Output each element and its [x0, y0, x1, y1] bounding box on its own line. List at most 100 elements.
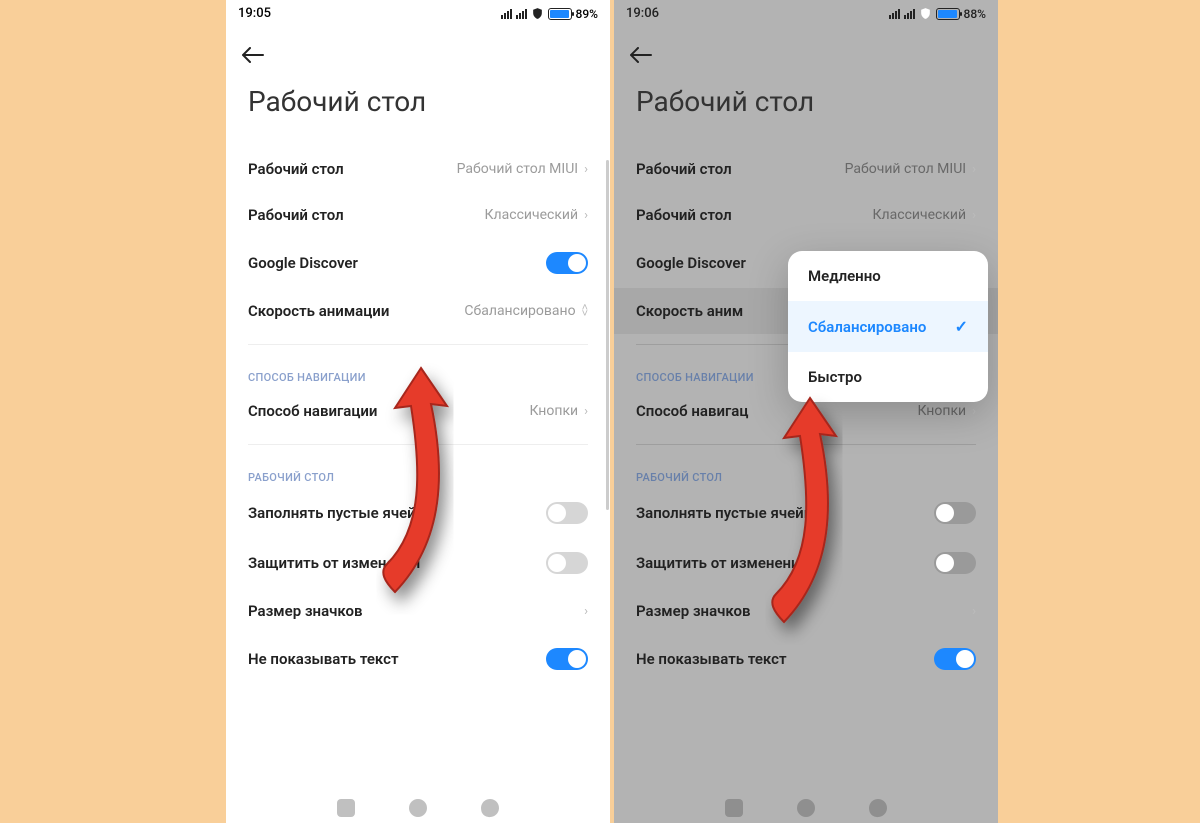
nav-recent-icon[interactable]: [337, 799, 355, 817]
row-icon-size[interactable]: Размер значков ›: [614, 588, 998, 634]
row-fill-cells[interactable]: Заполнять пустые ячейки: [614, 488, 998, 538]
row-value: Кнопки: [529, 403, 578, 419]
section-header-home: РАБОЧИЙ СТОЛ: [226, 455, 610, 488]
row-value: Классический: [485, 207, 579, 223]
chevron-right-icon: ›: [584, 404, 588, 419]
row-label: Не показывать текст: [248, 650, 399, 668]
row-label: Скорость анимации: [248, 302, 389, 320]
row-google-discover[interactable]: Google Discover: [226, 238, 610, 288]
row-value: Кнопки: [917, 403, 966, 419]
chevron-right-icon: ›: [972, 162, 976, 177]
row-value: Классический: [873, 207, 967, 223]
chevron-right-icon: ›: [972, 404, 976, 419]
toggle-lock-layout[interactable]: [934, 552, 976, 574]
signal-icon: [889, 8, 900, 19]
row-home-style[interactable]: Рабочий стол Классический ›: [614, 192, 998, 238]
chevron-right-icon: ›: [584, 208, 588, 223]
status-bar: 19:05 89%: [226, 0, 610, 23]
toggle-hide-text[interactable]: [546, 648, 588, 670]
row-animation-speed[interactable]: Скорость анимации Сбалансировано ˄˅: [226, 288, 610, 334]
row-label: Заполнять пустые ячейки: [248, 504, 433, 522]
row-home-launcher[interactable]: Рабочий стол Рабочий стол MIUI ›: [614, 146, 998, 192]
row-home-style[interactable]: Рабочий стол Классический ›: [226, 192, 610, 238]
dropdown-option-slow[interactable]: Медленно: [788, 251, 988, 301]
row-hide-text[interactable]: Не показывать текст: [226, 634, 610, 684]
row-label: Рабочий стол: [636, 160, 732, 178]
signal-icon: [904, 8, 915, 19]
nav-home-icon[interactable]: [797, 799, 815, 817]
dropdown-option-balanced[interactable]: Сбалансировано ✓: [788, 301, 988, 352]
toggle-fill-cells[interactable]: [546, 502, 588, 524]
option-label: Сбалансировано: [808, 318, 926, 336]
nav-bar: [614, 799, 998, 817]
nav-back-icon[interactable]: [480, 798, 500, 818]
check-icon: ✓: [955, 317, 968, 336]
row-hide-text[interactable]: Не показывать текст: [614, 634, 998, 684]
battery-percent: 88%: [964, 7, 986, 21]
row-lock-layout[interactable]: Защитить от изменений: [226, 538, 610, 588]
row-label: Способ навигации: [248, 402, 377, 420]
status-time: 19:05: [238, 6, 271, 21]
row-value: Рабочий стол MIUI: [457, 161, 578, 177]
page-title: Рабочий стол: [614, 77, 998, 146]
status-time: 19:06: [626, 6, 659, 21]
row-navigation-mode[interactable]: Способ навигации Кнопки ›: [226, 388, 610, 434]
row-label: Способ навигац: [636, 402, 748, 420]
toggle-hide-text[interactable]: [934, 648, 976, 670]
row-home-launcher[interactable]: Рабочий стол Рабочий стол MIUI ›: [226, 146, 610, 192]
status-bar: 19:06 88%: [614, 0, 998, 23]
nav-recent-icon[interactable]: [725, 799, 743, 817]
shield-icon: [531, 7, 544, 20]
dropdown-option-fast[interactable]: Быстро: [788, 352, 988, 402]
row-label: Рабочий стол: [248, 160, 344, 178]
scrollbar[interactable]: [606, 160, 609, 510]
row-label: Рабочий стол: [248, 206, 344, 224]
battery-percent: 89%: [576, 7, 598, 21]
battery-icon: [548, 8, 572, 20]
chevron-right-icon: ›: [972, 208, 976, 223]
row-label: Google Discover: [248, 254, 358, 272]
back-arrow-icon: [242, 47, 264, 63]
chevron-right-icon: ›: [584, 604, 588, 619]
row-icon-size[interactable]: Размер значков ›: [226, 588, 610, 634]
speed-dropdown-popup: Медленно Сбалансировано ✓ Быстро: [788, 251, 988, 402]
row-label: Защитить от изменений: [248, 554, 420, 572]
chevron-right-icon: ›: [584, 162, 588, 177]
row-label: Не показывать текст: [636, 650, 787, 668]
row-label: Google Discover: [636, 254, 746, 272]
up-down-chevron-icon: ˄˅: [582, 305, 588, 317]
row-label: Заполнять пустые ячейки: [636, 504, 821, 522]
nav-back-icon[interactable]: [868, 798, 888, 818]
back-button[interactable]: [226, 23, 610, 77]
back-arrow-icon: [630, 47, 652, 63]
status-right-cluster: 89%: [501, 7, 598, 21]
shield-icon: [919, 7, 932, 20]
phone-screenshot-right: 19:06 88% Рабочий стол Рабочий стол Рабо…: [614, 0, 998, 823]
signal-icon: [516, 8, 527, 19]
signal-icon: [501, 8, 512, 19]
option-label: Быстро: [808, 368, 862, 386]
chevron-right-icon: ›: [972, 604, 976, 619]
toggle-lock-layout[interactable]: [546, 552, 588, 574]
battery-icon: [936, 8, 960, 20]
divider: [636, 444, 976, 445]
row-label: Защитить от изменений: [636, 554, 808, 572]
row-value: Сбалансировано: [464, 303, 575, 319]
row-fill-cells[interactable]: Заполнять пустые ячейки: [226, 488, 610, 538]
nav-bar: [226, 799, 610, 817]
divider: [248, 444, 588, 445]
row-label: Размер значков: [636, 602, 750, 620]
section-header-navigation: СПОСОБ НАВИГАЦИИ: [226, 355, 610, 388]
toggle-google-discover[interactable]: [546, 252, 588, 274]
row-label: Скорость аним: [636, 302, 743, 320]
nav-home-icon[interactable]: [409, 799, 427, 817]
phone-screenshot-left: 19:05 89% Рабочий стол Рабочий стол Рабо…: [226, 0, 610, 823]
row-value: Рабочий стол MIUI: [845, 161, 966, 177]
back-button[interactable]: [614, 23, 998, 77]
row-lock-layout[interactable]: Защитить от изменений: [614, 538, 998, 588]
section-header-home: РАБОЧИЙ СТОЛ: [614, 455, 998, 488]
row-label: Размер значков: [248, 602, 362, 620]
divider: [248, 344, 588, 345]
toggle-fill-cells[interactable]: [934, 502, 976, 524]
row-label: Рабочий стол: [636, 206, 732, 224]
